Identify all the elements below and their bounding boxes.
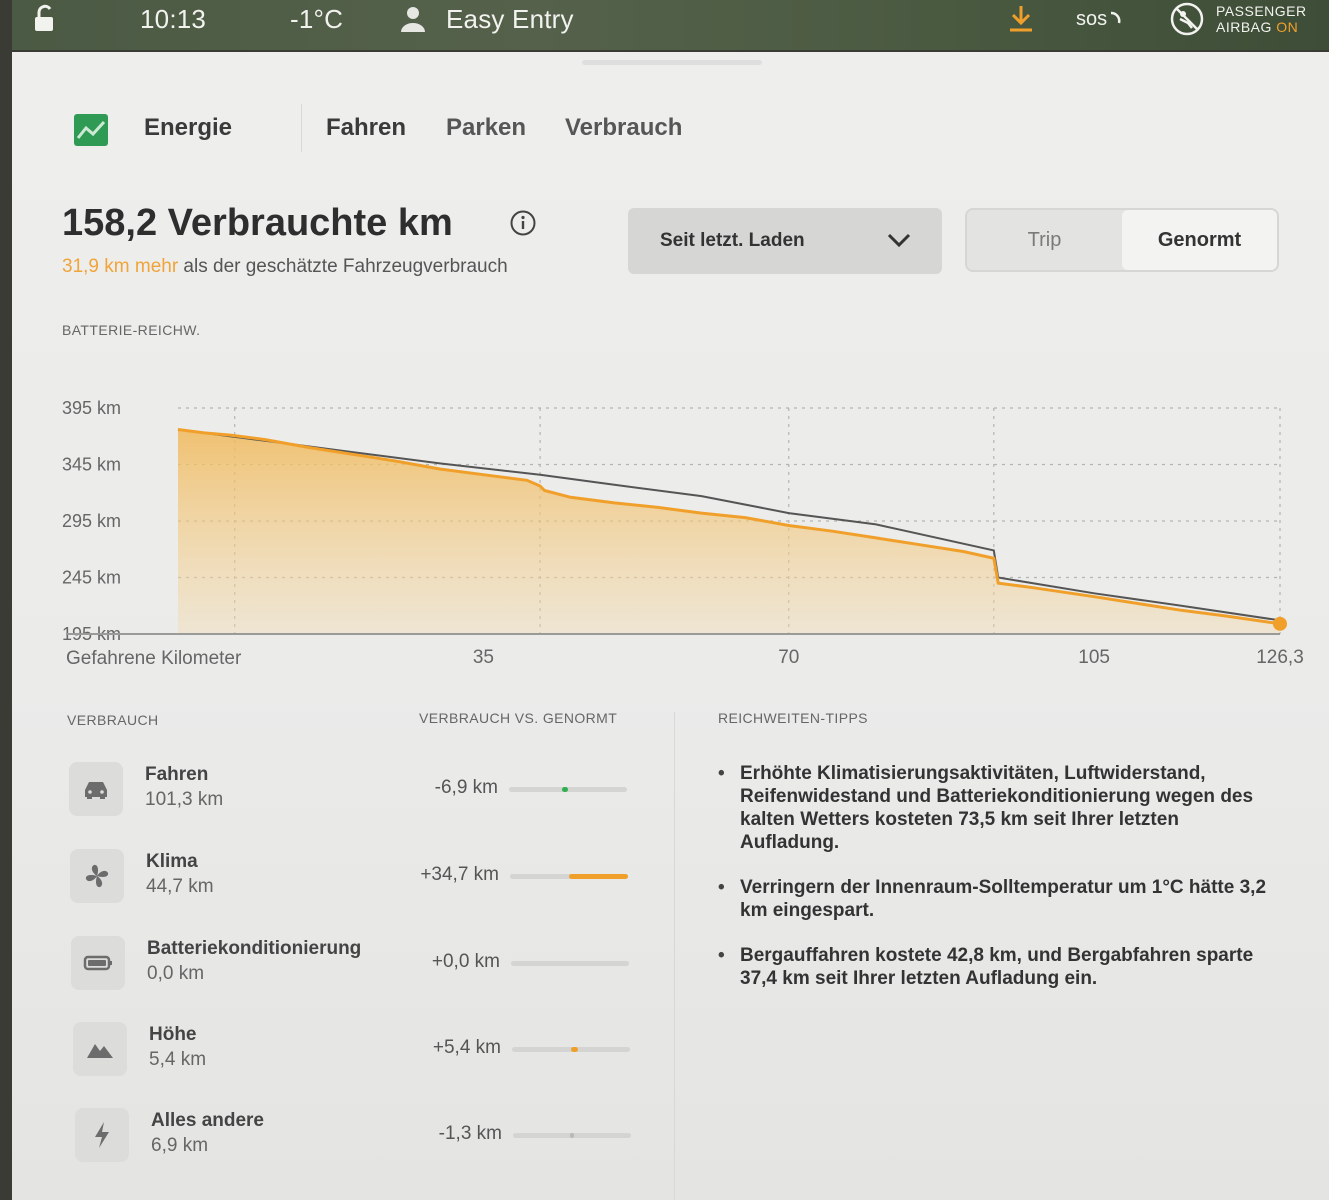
- consumption-row-title: Höhe: [149, 1024, 197, 1045]
- trip-genormt-toggle: Trip Genormt: [965, 208, 1279, 272]
- y-tick-label: 295 km: [62, 511, 121, 531]
- airbag-line-1: PASSENGER: [1216, 3, 1307, 19]
- tip-item: Erhöhte Klimatisierungsaktivitäten, Luft…: [718, 762, 1278, 854]
- consumption-row-title: Fahren: [145, 764, 209, 785]
- airbag-icon: [1170, 0, 1204, 38]
- consumption-row-value: 5,4 km: [149, 1049, 207, 1070]
- fan-icon: [70, 849, 124, 903]
- sos-icon: [1111, 11, 1121, 24]
- sos-button[interactable]: sos: [1076, 0, 1123, 38]
- battery-range-chart: 395 km345 km295 km245 km195 km35 70 105 126…: [62, 398, 1304, 669]
- consumption-bar-fill: [571, 1047, 578, 1052]
- sos-label: sos: [1076, 7, 1108, 30]
- range-area: [178, 429, 1280, 634]
- consumption-bar-track: [512, 1047, 630, 1052]
- consumption-row-delta: +0,0 km: [431, 951, 500, 972]
- consumption-delta-text: als der geschätzte Fahrzeugverbrauch: [178, 256, 508, 277]
- consumption-row-value: 101,3 km: [145, 789, 224, 810]
- consumed-km-title: 158,2 Verbrauchte km: [62, 202, 453, 244]
- consumption-bar-track: [511, 961, 629, 966]
- consumption-row-title: Alles andere: [151, 1110, 264, 1131]
- chart-title: BATTERIE-REICHW.: [62, 322, 201, 338]
- mountain-icon: [73, 1022, 127, 1076]
- x-tick-label: 105: [1078, 647, 1110, 668]
- consumption-heading: VERBRAUCH: [67, 712, 159, 728]
- current-range-point: [1273, 616, 1287, 631]
- consumption-row-value: 44,7 km: [146, 876, 214, 897]
- car-icon: [69, 762, 123, 816]
- bolt-icon: [75, 1108, 129, 1162]
- person-icon[interactable]: [398, 0, 428, 38]
- consumption-comparison: 31,9 km mehr als der geschätzte Fahrzeug…: [62, 256, 508, 278]
- consumption-bar-track: [510, 874, 628, 879]
- range-period-value: Seit letzt. Laden: [660, 230, 805, 251]
- info-icon[interactable]: [510, 210, 536, 236]
- battery-icon: [71, 936, 125, 990]
- tab-fahren[interactable]: Fahren: [326, 114, 406, 142]
- chevron-down-icon: [887, 233, 911, 248]
- consumption-delta: 31,9 km mehr: [62, 256, 179, 277]
- section-divider: [674, 712, 675, 1200]
- consumption-row-value: 6,9 km: [151, 1135, 209, 1156]
- airbag-state: ON: [1276, 19, 1299, 35]
- tip-item: Bergauffahren kostete 42,8 km, und Berga…: [718, 944, 1278, 990]
- toggle-trip[interactable]: Trip: [967, 210, 1122, 270]
- y-tick-label: 395 km: [62, 398, 121, 418]
- clock: 10:13: [140, 3, 207, 34]
- panel-handle[interactable]: [582, 60, 762, 65]
- range-tips-heading: REICHWEITEN-TIPPS: [718, 710, 868, 726]
- consumption-vs-standard-heading: VERBRAUCH VS. GENORMT: [419, 710, 618, 726]
- download-icon[interactable]: [1007, 0, 1035, 38]
- consumption-row-delta: -6,9 km: [434, 777, 498, 798]
- tip-item: Verringern der Innenraum-Solltemperatur …: [718, 876, 1278, 922]
- airbag-line-2-wrap: AIRBAG ON: [1216, 19, 1298, 35]
- x-tick-label: 35: [473, 647, 494, 668]
- consumption-bar-track: [509, 787, 627, 792]
- tab-divider: [301, 104, 302, 152]
- consumption-bar-fill: [562, 787, 568, 792]
- airbag-line-2: AIRBAG: [1216, 19, 1272, 35]
- consumption-bar-fill: [570, 1133, 574, 1138]
- tab-parken[interactable]: Parken: [446, 114, 526, 142]
- consumption-row-title: Klima: [146, 851, 198, 872]
- x-axis-label: Gefahrene Kilometer: [66, 648, 242, 669]
- unlock-icon[interactable]: [30, 0, 60, 38]
- range-period-select[interactable]: Seit letzt. Laden: [628, 208, 942, 274]
- tab-energy[interactable]: Energie: [144, 114, 232, 142]
- outside-temperature: -1°C: [290, 3, 344, 34]
- x-tick-label: 126,3: [1256, 647, 1304, 668]
- driver-profile[interactable]: Easy Entry: [446, 0, 574, 38]
- energy-chart-icon: [74, 114, 108, 146]
- toggle-genormt[interactable]: Genormt: [1122, 210, 1277, 270]
- tab-verbrauch[interactable]: Verbrauch: [565, 114, 682, 142]
- consumption-row-delta: +34,7 km: [420, 864, 499, 885]
- consumption-row-title: Batteriekonditionierung: [147, 938, 362, 959]
- x-tick-label: 70: [778, 647, 799, 668]
- range-tips-list: Erhöhte Klimatisierungsaktivitäten, Luft…: [718, 762, 1278, 1012]
- consumption-bar-fill: [569, 874, 628, 879]
- consumption-row-delta: -1,3 km: [438, 1123, 502, 1144]
- consumption-row-delta: +5,4 km: [432, 1037, 501, 1058]
- y-tick-label: 345 km: [62, 455, 121, 475]
- status-bar: 10:13 -1°C Easy Entry sos PASSENGER AIRB…: [12, 0, 1329, 50]
- consumption-row-value: 0,0 km: [147, 963, 205, 984]
- y-tick-label: 245 km: [62, 568, 121, 588]
- airbag-status: PASSENGER AIRBAG ON: [1216, 0, 1307, 38]
- energy-panel: Energie Fahren Parken Verbrauch 158,2 Ve…: [12, 52, 1329, 1200]
- consumption-bar-track: [513, 1133, 631, 1138]
